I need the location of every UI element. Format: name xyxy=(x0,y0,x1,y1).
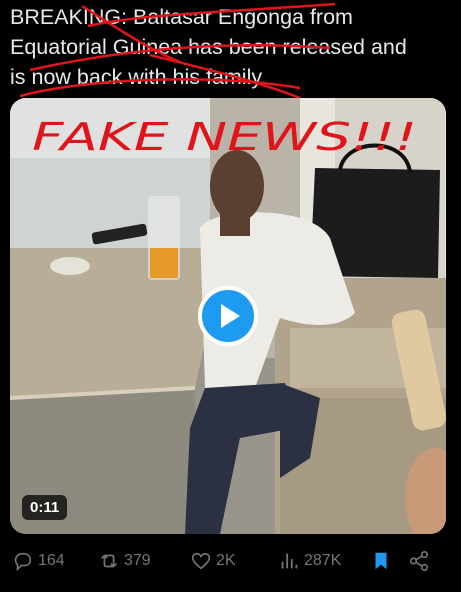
video-player[interactable]: FAKE NEWS!!! 0:11 xyxy=(10,98,446,534)
bookmark-button[interactable] xyxy=(370,550,396,572)
views-count: 287K xyxy=(304,552,342,569)
share-button[interactable] xyxy=(408,550,434,572)
play-icon xyxy=(221,304,240,328)
repost-icon xyxy=(101,554,117,568)
play-button[interactable] xyxy=(198,286,258,346)
video-duration: 0:11 xyxy=(22,495,68,520)
reply-count: 164 xyxy=(38,552,65,569)
tweet-actions: 164 379 2K 287K xyxy=(0,544,461,584)
views-icon xyxy=(281,553,298,569)
repost-count: 379 xyxy=(124,552,151,569)
bookmark-icon xyxy=(375,552,387,570)
fake-news-text: FAKE NEWS!!! xyxy=(32,115,417,159)
like-count: 2K xyxy=(216,552,236,569)
tweet-text-line: Equatorial Guinea has been released and xyxy=(10,35,407,59)
reply-button[interactable]: 164 xyxy=(12,550,65,572)
tweet-text: BREAKING: Baltasar Engonga from Equatori… xyxy=(10,2,450,92)
share-icon xyxy=(409,551,429,571)
fake-news-overlay: FAKE NEWS!!! xyxy=(32,115,417,159)
tweet-text-line: BREAKING: Baltasar Engonga from xyxy=(10,5,353,29)
views-button[interactable]: 287K xyxy=(278,550,341,572)
tweet-text-line: is now back with his family. xyxy=(10,65,267,89)
like-button[interactable]: 2K xyxy=(190,550,236,572)
reply-icon xyxy=(14,552,32,572)
repost-button[interactable]: 379 xyxy=(98,550,151,572)
heart-icon xyxy=(191,552,211,570)
